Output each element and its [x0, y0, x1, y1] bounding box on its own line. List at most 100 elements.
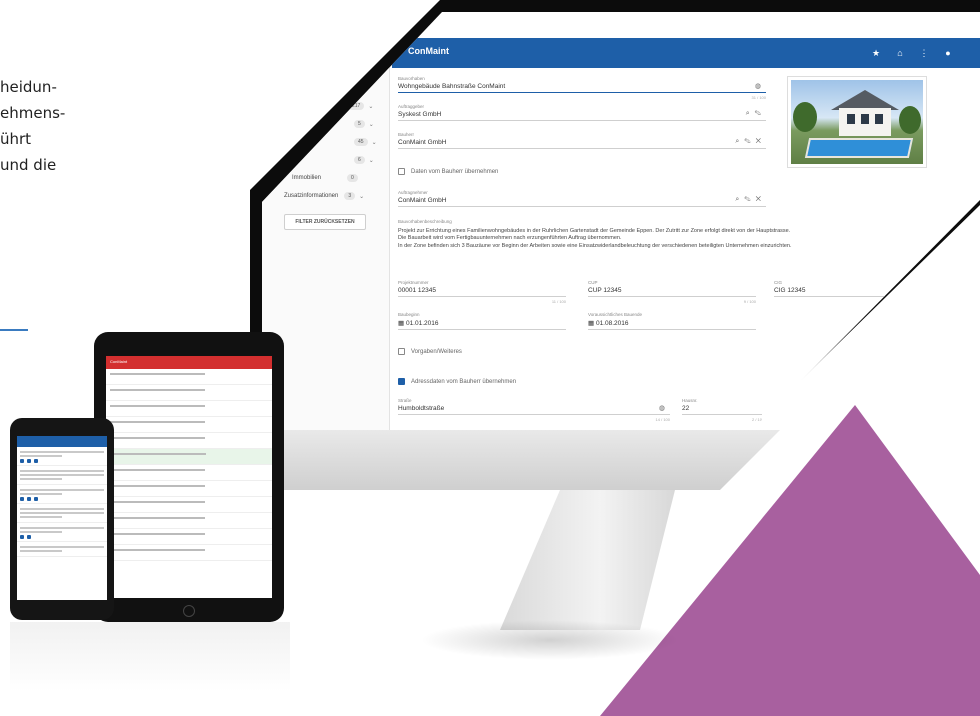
description-field[interactable]: Bauvorhabenbeschreibung Projekt zur Erri…	[398, 218, 946, 250]
end-date-field[interactable]: Voraussichtliches Bauende ▦ 01.08.2016	[588, 312, 756, 330]
field-value: ConMaint GmbH	[398, 139, 447, 146]
chevron-down-icon[interactable]: ⌄	[359, 193, 364, 200]
char-counter: 9 / 100	[743, 299, 756, 304]
field-value: Syskest GmbH	[398, 111, 442, 118]
list-item[interactable]	[17, 504, 107, 523]
list-item[interactable]	[106, 465, 272, 481]
globe-icon[interactable]: ◍	[755, 82, 766, 90]
field-underline	[398, 296, 566, 297]
app-toolbar: ConMaint ★ ⌂ ⋮ ●	[392, 38, 980, 68]
list-item[interactable]	[17, 542, 107, 557]
star-icon[interactable]: ★	[870, 47, 882, 59]
tablet-screen: ConMaint	[106, 356, 272, 598]
tablet-title: ConMaint	[110, 359, 128, 364]
sidebar-row[interactable]: 5 ⌄	[348, 120, 374, 128]
sidebar-row-label: Immobilien	[292, 175, 322, 181]
description-line: Die Bauarbeit wird vom Fertigbauunterneh…	[398, 235, 622, 241]
checkbox-icon[interactable]	[398, 168, 405, 175]
field-value: Humboldtstraße	[398, 405, 445, 412]
field-value: Wohngebäude Bahnstraße ConMaint	[398, 83, 506, 90]
cig-field[interactable]: CIG CIG 12345	[774, 280, 934, 297]
marketing-line: ehmens-	[0, 104, 66, 122]
cup-field[interactable]: CUP CUP 12345 9 / 100	[588, 280, 756, 304]
copy-address-checkbox[interactable]: Adressdaten vom Bauherr übernehmen	[398, 378, 516, 385]
sidebar-row-label: Zusatzinformationen	[284, 193, 339, 199]
client-field[interactable]: Auftraggeber Syskest GmbH ⌕✎	[398, 104, 766, 121]
marketing-line: heidun-	[0, 78, 57, 96]
field-label: Bauherr	[398, 132, 415, 137]
list-item[interactable]	[106, 369, 272, 385]
list-item[interactable]	[106, 481, 272, 497]
field-label: Bauvorhabenbeschreibung	[398, 219, 452, 224]
checkbox-label: Vorgaben/Weiteres	[411, 348, 462, 355]
contractor-field[interactable]: Auftragnehmer ConMaint GmbH ⌕✎✕	[398, 190, 766, 207]
list-item[interactable]	[106, 497, 272, 513]
search-edit-clear-icons[interactable]: ⌕✎✕	[735, 196, 766, 204]
field-underline	[682, 414, 762, 415]
char-counter: 11 / 100	[551, 299, 566, 304]
checkbox-icon[interactable]	[398, 348, 405, 355]
sidebar-row[interactable]: 45 ⌄	[348, 138, 377, 146]
field-value: 00001 12345	[398, 287, 436, 294]
field-label: Auftragnehmer	[398, 190, 428, 195]
monitor-chin	[250, 430, 780, 490]
field-label: Projektnummer	[398, 280, 429, 285]
copy-builder-checkbox[interactable]: Daten vom Bauherr übernehmen	[398, 168, 498, 175]
char-counter: 31 / 100	[751, 95, 766, 100]
sidebar-row[interactable]: Zusatzinformationen 3 ⌄	[284, 192, 364, 200]
home-button[interactable]	[183, 605, 195, 617]
list-item[interactable]	[17, 485, 107, 504]
list-item[interactable]	[106, 545, 272, 561]
field-label: CIG	[774, 280, 783, 285]
list-item[interactable]	[106, 401, 272, 417]
property-photo[interactable]	[787, 76, 927, 168]
monitor-stand	[500, 490, 675, 630]
requirements-checkbox[interactable]: Vorgaben/Weiteres	[398, 348, 462, 355]
project-field[interactable]: Bauvorhaben Wohngebäude Bahnstraße ConMa…	[398, 76, 766, 100]
checkbox-label: Daten vom Bauherr übernehmen	[411, 168, 499, 175]
field-value: ConMaint GmbH	[398, 197, 447, 204]
chevron-down-icon[interactable]: ⌄	[372, 139, 377, 146]
house-number-field[interactable]: Hausnr. 22 2 / 10	[682, 398, 762, 422]
home-icon[interactable]: ⌂	[894, 47, 906, 59]
list-item[interactable]	[106, 529, 272, 545]
field-value: 22	[682, 405, 690, 412]
sidebar-row[interactable]: Immobilien 0	[292, 174, 358, 182]
count-badge: 6	[354, 156, 365, 164]
user-avatar-icon[interactable]: ●	[942, 47, 954, 59]
device-reflection	[10, 622, 290, 692]
marketing-line: ührt	[0, 130, 32, 148]
list-item[interactable]	[106, 513, 272, 529]
field-underline	[398, 92, 766, 93]
list-item[interactable]	[17, 523, 107, 542]
chevron-down-icon[interactable]: ⌄	[369, 157, 374, 164]
accent-rule	[0, 329, 28, 331]
globe-icon[interactable]: ◍	[659, 404, 670, 412]
list-item[interactable]	[17, 466, 107, 485]
start-date-field[interactable]: Baubeginn ▦ 01.01.2016	[398, 312, 566, 330]
calendar-icon[interactable]: ▦	[398, 320, 406, 327]
sidebar-row[interactable]: 6 ⌄	[348, 156, 374, 164]
list-item[interactable]	[106, 385, 272, 401]
list-item-selected[interactable]	[106, 449, 272, 465]
field-label: Hausnr.	[682, 398, 698, 403]
search-edit-clear-icons[interactable]: ⌕✎✕	[735, 138, 766, 146]
reset-filter-button[interactable]: FILTER ZURÜCKSETZEN	[284, 214, 366, 230]
field-label: Straße	[398, 398, 412, 403]
list-item[interactable]	[106, 417, 272, 433]
checkbox-checked-icon[interactable]	[398, 378, 405, 385]
search-edit-icons[interactable]: ⌕✎	[746, 110, 766, 118]
calendar-icon[interactable]: ▦	[588, 320, 596, 327]
list-item[interactable]	[106, 433, 272, 449]
more-icon[interactable]: ⋮	[918, 47, 930, 59]
list-item[interactable]	[17, 447, 107, 466]
project-number-field[interactable]: Projektnummer 00001 12345 11 / 100	[398, 280, 566, 304]
field-label: Bauvorhaben	[398, 76, 425, 81]
chevron-down-icon[interactable]: ⌄	[369, 121, 374, 128]
field-underline	[588, 329, 756, 330]
street-field[interactable]: Straße Humboldtstraße ◍ 14 / 100	[398, 398, 670, 422]
chevron-down-icon[interactable]: ⌄	[368, 103, 373, 110]
field-value: 01.01.2016	[405, 320, 439, 327]
builder-field[interactable]: Bauherr ConMaint GmbH ⌕✎✕	[398, 132, 766, 149]
marketing-text: heidun- ehmens- ührt und die	[0, 74, 140, 178]
